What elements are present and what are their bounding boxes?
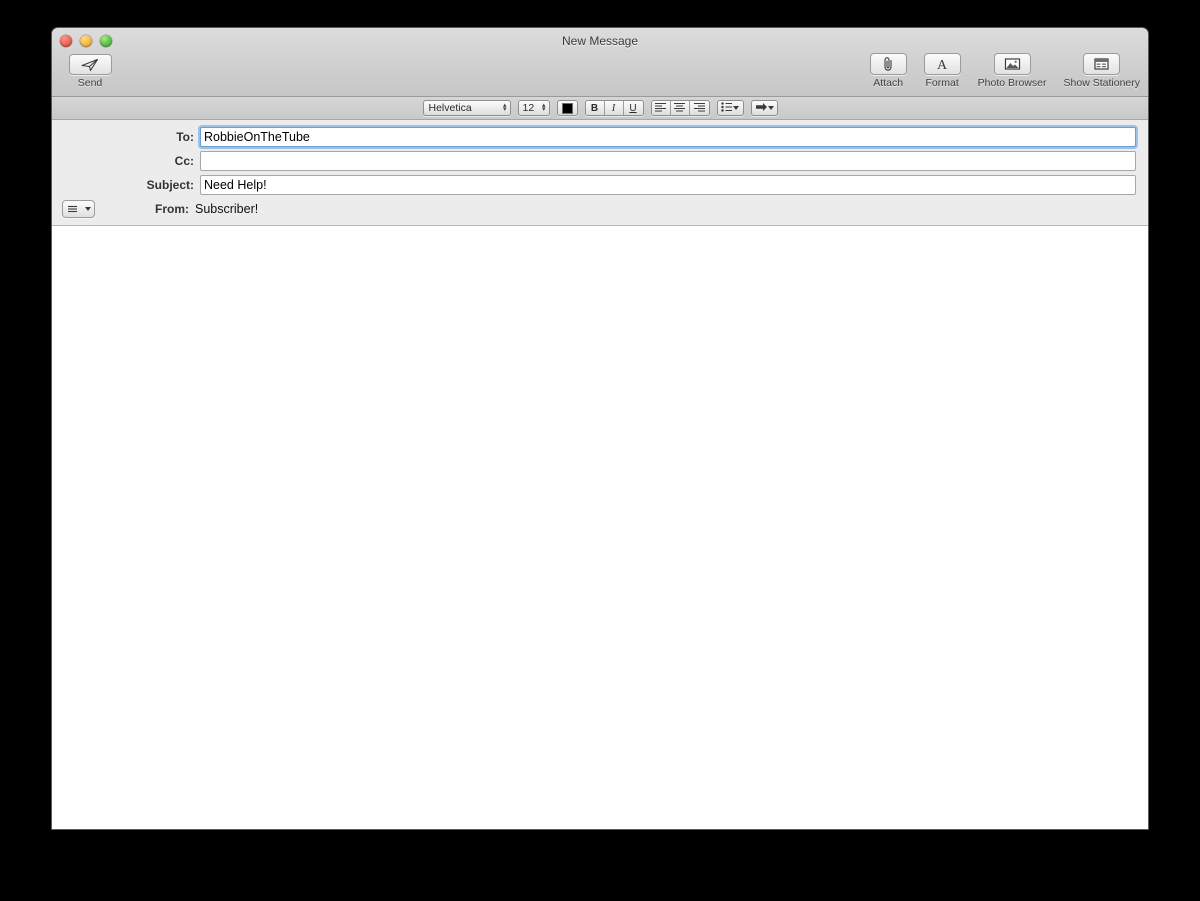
- subject-row: Subject:: [52, 175, 1148, 195]
- chevron-down-icon: [733, 106, 740, 110]
- font-size-select[interactable]: 12 ▴ ▾: [517, 100, 550, 116]
- header-fields-menu-button[interactable]: [62, 200, 95, 218]
- to-row: To:: [52, 127, 1148, 147]
- chevron-down-icon: [84, 207, 91, 211]
- attach-button-label: Attach: [873, 77, 904, 89]
- window-title: New Message: [561, 34, 639, 48]
- from-label: From:: [155, 202, 189, 216]
- font-family-value: Helvetica: [428, 102, 472, 114]
- photo-frame-icon: [993, 53, 1031, 75]
- from-value[interactable]: Subscriber!: [195, 202, 258, 216]
- hamburger-icon: [67, 200, 78, 218]
- bold-button[interactable]: B: [585, 101, 605, 115]
- send-button-label: Send: [77, 77, 103, 89]
- text-color-button[interactable]: [556, 100, 578, 116]
- italic-button[interactable]: I: [604, 101, 624, 115]
- message-body-editor[interactable]: [52, 226, 1148, 820]
- photo-browser-button[interactable]: Photo Browser: [978, 53, 1047, 89]
- format-toolbar: Helvetica ▴ ▾ 12 ▴ ▾ B I U: [52, 97, 1148, 120]
- attach-button[interactable]: Attach: [869, 53, 907, 89]
- format-button[interactable]: A Format: [923, 53, 961, 89]
- svg-text:A: A: [937, 58, 948, 72]
- chevron-down-icon: [767, 106, 774, 110]
- stationery-window-icon: [1083, 53, 1121, 75]
- stepper-arrows-icon: ▴ ▾: [541, 102, 546, 113]
- cc-row: Cc:: [52, 151, 1148, 171]
- cc-label: Cc:: [174, 154, 194, 168]
- font-size-value: 12: [522, 102, 535, 114]
- stepper-arrows-icon: ▴ ▾: [502, 102, 507, 113]
- letter-a-icon: A: [923, 53, 961, 75]
- to-input[interactable]: [200, 127, 1136, 147]
- message-headers: To: Cc: Subject: From:: [52, 120, 1148, 226]
- show-stationery-button-label: Show Stationery: [1063, 77, 1140, 89]
- align-right-icon: [693, 102, 706, 115]
- send-button[interactable]: Send: [60, 54, 120, 89]
- format-button-label: Format: [925, 77, 959, 89]
- list-style-menu-button[interactable]: [716, 100, 744, 116]
- subject-input[interactable]: [200, 175, 1136, 195]
- align-left-button[interactable]: [651, 101, 671, 115]
- align-left-icon: [654, 102, 667, 115]
- show-stationery-button[interactable]: Show Stationery: [1064, 53, 1140, 89]
- font-family-select[interactable]: Helvetica ▴ ▾: [422, 100, 511, 116]
- window-titlebar: New Message Send Attach A Format Photo B…: [52, 28, 1148, 97]
- toolbar-right-group: Attach A Format Photo Browser Show Stati…: [869, 53, 1140, 89]
- cc-input[interactable]: [200, 151, 1136, 171]
- align-center-icon: [673, 102, 686, 115]
- from-row: From: Subscriber!: [52, 199, 1148, 219]
- alignment-segmented-control: [650, 100, 710, 116]
- new-message-window: New Message Send Attach A Format Photo B…: [52, 28, 1148, 829]
- color-swatch-icon: [561, 102, 573, 114]
- align-right-button[interactable]: [689, 101, 709, 115]
- paper-plane-icon: [68, 54, 112, 75]
- text-style-segmented-control: B I U: [584, 100, 644, 116]
- align-center-button[interactable]: [670, 101, 690, 115]
- to-label: To:: [176, 130, 194, 144]
- arrow-right-icon: [755, 102, 768, 115]
- indent-menu-button[interactable]: [750, 100, 778, 116]
- photo-browser-button-label: Photo Browser: [977, 77, 1047, 89]
- bulleted-list-icon: [721, 101, 733, 115]
- paperclip-icon: [869, 53, 907, 75]
- underline-button[interactable]: U: [623, 101, 643, 115]
- subject-label: Subject:: [146, 178, 194, 192]
